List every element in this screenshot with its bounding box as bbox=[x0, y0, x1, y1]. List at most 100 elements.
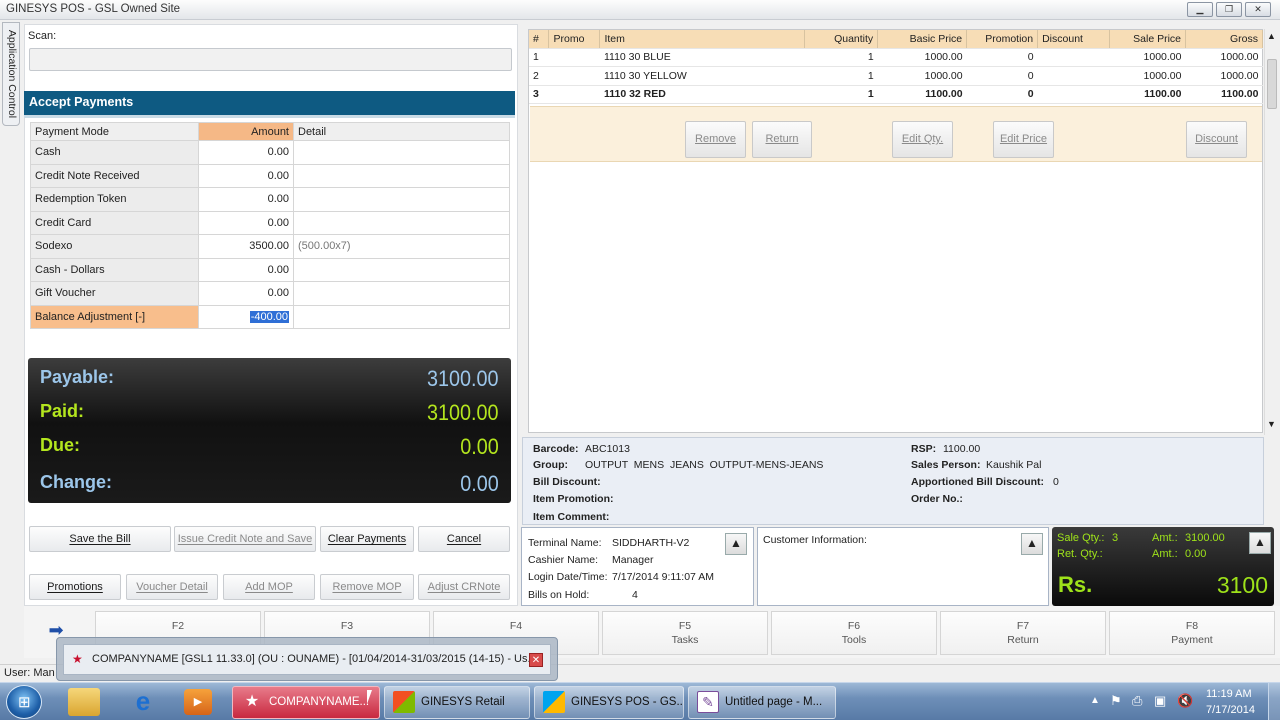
payment-row[interactable]: Cash - Dollars 0.00 bbox=[30, 257, 510, 282]
item-gross: 1100.00 bbox=[1185, 85, 1263, 104]
item-promotion: 0 bbox=[966, 66, 1038, 86]
remove-item-button[interactable]: Remove bbox=[685, 121, 746, 158]
volume-muted-icon[interactable]: 🔇 bbox=[1177, 693, 1193, 709]
add-mop-button[interactable]: Add MOP bbox=[223, 574, 315, 600]
media-player-icon[interactable]: ▶ bbox=[184, 689, 212, 715]
windows-logo-icon: ⊞ bbox=[18, 694, 31, 711]
item-row[interactable]: 1 1110 30 BLUE 1 1000.00 0 1000.00 1000.00 bbox=[529, 48, 1263, 67]
payment-amount[interactable]: 0.00 bbox=[198, 163, 294, 188]
f5-tasks-key[interactable]: F5 Tasks bbox=[602, 611, 768, 655]
payment-mode-name: Balance Adjustment [-] bbox=[30, 304, 199, 329]
payment-amount[interactable]: 0.00 bbox=[198, 210, 294, 235]
scan-input[interactable] bbox=[29, 48, 512, 71]
f8-payment-key[interactable]: F8 Payment bbox=[1109, 611, 1275, 655]
adjust-crnote-button[interactable]: Adjust CRNote bbox=[418, 574, 510, 600]
item-number: 3 bbox=[529, 85, 549, 104]
f3-key-name: F3 bbox=[340, 620, 354, 632]
application-control-tab[interactable]: Application Control bbox=[2, 22, 20, 126]
cancel-button[interactable]: Cancel bbox=[418, 526, 510, 552]
preview-close-icon[interactable]: ✕ bbox=[529, 653, 543, 667]
internet-explorer-icon[interactable]: e bbox=[128, 687, 158, 717]
return-item-button[interactable]: Return bbox=[752, 121, 812, 158]
scroll-thumb[interactable] bbox=[1267, 59, 1277, 109]
item-row-selected[interactable]: 3 1110 32 RED 1 1100.00 0 1100.00 1100.00 bbox=[529, 85, 1263, 104]
show-desktop-button[interactable] bbox=[1268, 683, 1280, 720]
summary-expand-icon[interactable]: ▲ bbox=[1249, 532, 1271, 554]
item-gross: 1000.00 bbox=[1185, 48, 1263, 67]
payment-detail: (500.00x7) bbox=[293, 234, 510, 259]
f2-key-name: F2 bbox=[171, 620, 185, 632]
action-center-icon[interactable]: ⚑ bbox=[1110, 693, 1122, 709]
customer-expand-icon[interactable]: ▲ bbox=[1021, 533, 1043, 555]
payment-amount[interactable]: 0.00 bbox=[198, 281, 294, 306]
terminal-expand-icon[interactable]: ▲ bbox=[725, 533, 747, 555]
payment-amount[interactable]: 0.00 bbox=[198, 187, 294, 212]
terminal-name-label: Terminal Name: bbox=[528, 537, 602, 549]
f7-key-name: F7 bbox=[1016, 620, 1030, 632]
minimize-button[interactable]: ▁ bbox=[1187, 2, 1213, 17]
device-icon[interactable]: ⎙ bbox=[1132, 693, 1142, 709]
clock-date[interactable]: 7/17/2014 bbox=[1206, 704, 1255, 716]
payment-row[interactable]: Credit Note Received 0.00 bbox=[30, 163, 510, 188]
payment-row[interactable]: Gift Voucher 0.00 bbox=[30, 281, 510, 306]
edit-qty-button[interactable]: Edit Qty. bbox=[892, 121, 953, 158]
item-promotion: 0 bbox=[966, 85, 1038, 104]
payment-mode-name: Cash bbox=[30, 140, 199, 165]
network-icon[interactable]: ▣ bbox=[1154, 693, 1166, 709]
f6-key-name: F6 bbox=[847, 620, 861, 632]
payment-amount[interactable]: 3500.00 bbox=[198, 234, 294, 259]
payment-row[interactable]: Credit Card 0.00 bbox=[30, 210, 510, 235]
payment-totals-panel: Payable: 3100.00 Paid: 3100.00 Due: 0.00… bbox=[28, 358, 511, 503]
payment-amount-editing[interactable]: -400.00 bbox=[198, 304, 294, 329]
f6-key-label: Tools bbox=[841, 634, 867, 646]
item-qty: 1 bbox=[804, 48, 878, 67]
payment-row[interactable]: Sodexo 3500.00 (500.00x7) bbox=[30, 234, 510, 259]
payment-row-selected[interactable]: Balance Adjustment [-] -400.00 bbox=[30, 304, 510, 329]
payment-amount[interactable]: 0.00 bbox=[198, 140, 294, 165]
customer-info-panel: Customer Information: ▲ bbox=[757, 527, 1049, 606]
f5-key-label: Tasks bbox=[671, 634, 699, 646]
item-promo bbox=[548, 85, 600, 104]
taskbar-item-ginesys-retail[interactable]: GINESYS Retail bbox=[384, 686, 530, 719]
payment-mode-name: Cash - Dollars bbox=[30, 257, 199, 282]
explorer-icon[interactable] bbox=[68, 688, 100, 716]
group-label: Group: bbox=[533, 459, 568, 471]
f8-key-name: F8 bbox=[1185, 620, 1199, 632]
edit-price-button[interactable]: Edit Price bbox=[993, 121, 1054, 158]
f6-tools-key[interactable]: F6 Tools bbox=[771, 611, 937, 655]
f7-return-key[interactable]: F7 Return bbox=[940, 611, 1106, 655]
f4-key-name: F4 bbox=[509, 620, 523, 632]
start-button[interactable]: ⊞ bbox=[6, 685, 42, 719]
item-row[interactable]: 2 1110 30 YELLOW 1 1000.00 0 1000.00 1000.00 bbox=[529, 66, 1263, 86]
amt-value: 3100.00 bbox=[1185, 532, 1225, 544]
payment-amount[interactable]: 0.00 bbox=[198, 257, 294, 282]
issue-credit-note-button[interactable]: Issue Credit Note and Save bbox=[174, 526, 316, 552]
scroll-down-icon[interactable]: ▼ bbox=[1267, 419, 1276, 429]
col-amount: Amount bbox=[198, 122, 294, 141]
close-window-button[interactable]: ✕ bbox=[1245, 2, 1271, 17]
voucher-detail-button[interactable]: Voucher Detail bbox=[126, 574, 218, 600]
scroll-up-icon[interactable]: ▲ bbox=[1267, 31, 1276, 41]
save-bill-button[interactable]: Save the Bill bbox=[29, 526, 171, 552]
terminal-info-panel: Terminal Name: SIDDHARTH-V2 Cashier Name… bbox=[521, 527, 754, 606]
ginesys-pos-icon bbox=[543, 690, 565, 713]
customer-info-label: Customer Information: bbox=[763, 534, 867, 546]
payment-row[interactable]: Cash 0.00 bbox=[30, 140, 510, 165]
bills-on-hold-label: Bills on Hold: bbox=[528, 589, 590, 601]
show-hidden-icons[interactable]: ▲ bbox=[1090, 695, 1100, 706]
taskbar-item-ginesys-pos[interactable]: GINESYS POS - GS... bbox=[534, 686, 684, 719]
payment-detail bbox=[293, 187, 510, 212]
taskbar-preview-popup[interactable]: ★ COMPANYNAME [GSL1 11.33.0] (OU : OUNAM… bbox=[56, 637, 558, 681]
promotions-button[interactable]: Promotions bbox=[29, 574, 121, 600]
payment-row[interactable]: Redemption Token 0.00 bbox=[30, 187, 510, 212]
items-grid: # Promo Item Quantity Basic Price Promot… bbox=[528, 29, 1263, 433]
discount-button[interactable]: Discount bbox=[1186, 121, 1247, 158]
selected-amount-text[interactable]: -400.00 bbox=[249, 310, 289, 323]
clear-payments-button[interactable]: Clear Payments bbox=[320, 526, 414, 552]
remove-mop-button[interactable]: Remove MOP bbox=[320, 574, 414, 600]
clock-time[interactable]: 11:19 AM bbox=[1206, 688, 1252, 700]
taskbar-item-companyname[interactable]: ★ COMPANYNAME... bbox=[232, 686, 380, 719]
items-scrollbar[interactable]: ▲ ▼ bbox=[1264, 29, 1278, 435]
maximize-button[interactable]: ❐ bbox=[1216, 2, 1242, 17]
taskbar-item-untitled-page[interactable]: ✎ Untitled page - M... bbox=[688, 686, 836, 719]
